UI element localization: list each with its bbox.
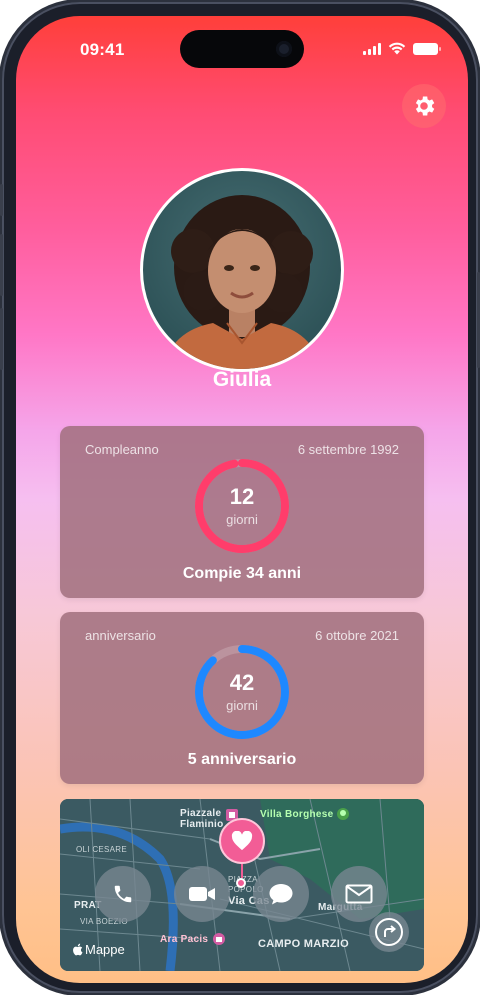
share-arrow-icon bbox=[375, 918, 403, 946]
phone-frame: 09:41 Giulia Compleanno 6 settembre 1992… bbox=[0, 2, 480, 993]
apple-logo-icon bbox=[73, 943, 83, 956]
call-button[interactable] bbox=[95, 866, 151, 922]
card-label: anniversario bbox=[85, 628, 156, 643]
heart-icon bbox=[231, 831, 253, 851]
park-icon bbox=[337, 808, 349, 820]
card-date: 6 settembre 1992 bbox=[297, 442, 399, 457]
message-button[interactable] bbox=[253, 866, 309, 922]
map-label: Ara Pacis bbox=[160, 934, 209, 945]
gear-icon bbox=[415, 96, 435, 116]
wifi-icon bbox=[388, 42, 406, 55]
avatar bbox=[140, 168, 344, 372]
portrait-image bbox=[163, 195, 321, 369]
days-unit: giorni bbox=[226, 512, 258, 527]
mute-switch bbox=[0, 184, 3, 216]
volume-up-button bbox=[0, 234, 3, 296]
dynamic-island bbox=[180, 30, 304, 68]
location-dot bbox=[236, 878, 246, 888]
cellular-signal-icon bbox=[363, 42, 381, 55]
days-count: 12 bbox=[229, 484, 255, 509]
location-pin[interactable] bbox=[219, 818, 265, 864]
status-icons bbox=[363, 42, 441, 55]
phone-icon bbox=[114, 885, 132, 903]
video-icon bbox=[189, 887, 215, 901]
map-label: CAMPO MARZIO bbox=[258, 938, 349, 950]
camera-icon bbox=[276, 41, 292, 57]
contact-name: Giulia bbox=[212, 368, 272, 391]
status-time: 09:41 bbox=[80, 40, 125, 59]
card-date: 6 ottobre 2021 bbox=[315, 628, 399, 643]
pin-stem bbox=[241, 864, 243, 878]
settings-button[interactable] bbox=[402, 84, 446, 128]
museum-icon bbox=[213, 933, 225, 945]
card-caption: Compie 34 anni bbox=[182, 565, 302, 582]
birthday-card[interactable]: Compleanno 6 settembre 1992 12 giorni Co… bbox=[60, 426, 424, 598]
map-credit-label: Mappe bbox=[85, 942, 125, 957]
share-button[interactable] bbox=[369, 912, 409, 952]
volume-down-button bbox=[0, 308, 3, 370]
map-label: Flaminio bbox=[180, 819, 224, 830]
card-caption: 5 anniversario bbox=[187, 751, 297, 768]
map-label: Piazzale bbox=[180, 808, 222, 819]
days-count: 42 bbox=[229, 670, 255, 695]
screen: 09:41 Giulia Compleanno 6 settembre 1992… bbox=[16, 16, 468, 983]
map-label: OLI CESARE bbox=[76, 845, 128, 854]
message-bubble-icon bbox=[269, 884, 293, 905]
map-credit: Mappe bbox=[72, 942, 125, 957]
anniversary-card[interactable]: anniversario 6 ottobre 2021 42 giorni 5 … bbox=[60, 612, 424, 784]
map-label: Villa Borghese bbox=[260, 809, 334, 820]
video-call-button[interactable] bbox=[174, 866, 230, 922]
map-view[interactable]: Piazzale Flaminio Villa Borghese OLI CES… bbox=[60, 799, 424, 971]
battery-icon bbox=[413, 42, 441, 55]
mail-icon bbox=[345, 884, 373, 904]
days-unit: giorni bbox=[226, 698, 258, 713]
card-label: Compleanno bbox=[85, 442, 159, 457]
